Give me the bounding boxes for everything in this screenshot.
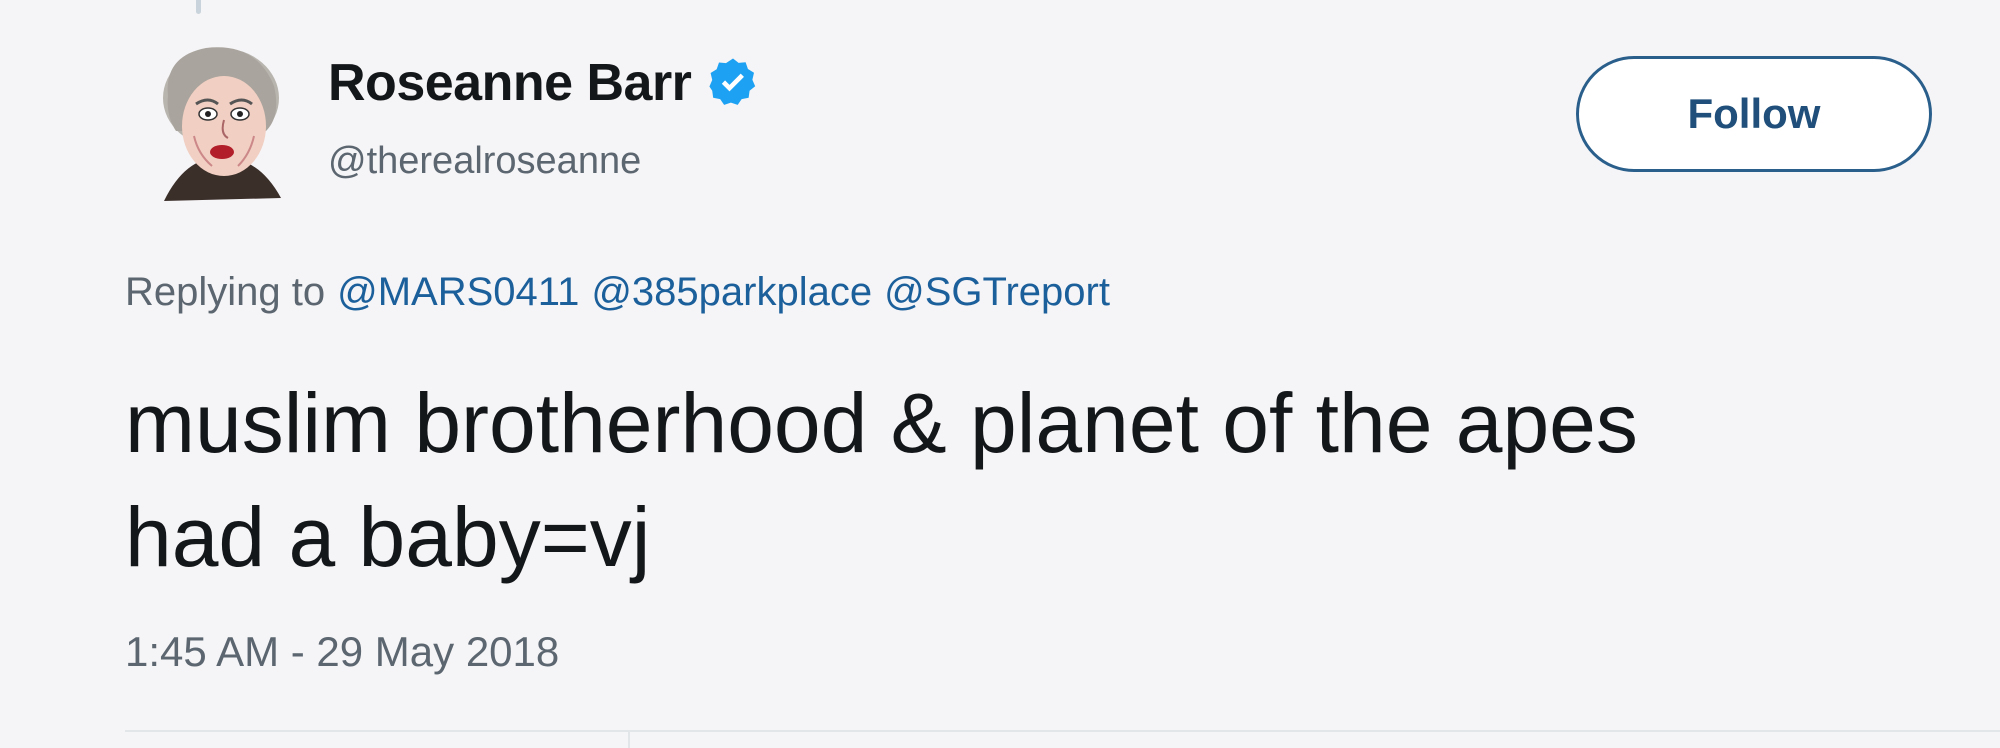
replying-to-label: Replying to <box>125 270 326 314</box>
tweet-text: muslim brotherhood & planet of the apes … <box>125 366 1945 594</box>
verified-badge-icon <box>709 58 756 105</box>
follow-button[interactable]: Follow <box>1576 56 1932 172</box>
thread-connector-line <box>196 0 201 14</box>
mention-link[interactable]: @MARS0411 <box>337 270 579 314</box>
author-handle[interactable]: @therealroseanne <box>328 140 641 183</box>
avatar[interactable] <box>146 36 296 206</box>
divider <box>628 732 630 748</box>
author-display-name[interactable]: Roseanne Barr <box>328 53 692 113</box>
avatar-image <box>163 47 281 201</box>
tweet-text-line: muslim brotherhood & planet of the apes <box>125 376 1638 470</box>
mention-link[interactable]: @SGTreport <box>884 270 1110 314</box>
divider <box>125 730 2000 732</box>
tweet-text-line: had a baby=vj <box>125 490 651 584</box>
replying-to-line: Replying to @MARS0411 @385parkplace @SGTrep… <box>125 270 1110 315</box>
author-name-row: Roseanne Barr <box>328 52 761 114</box>
tweet-timestamp[interactable]: 1:45 AM - 29 May 2018 <box>125 628 559 676</box>
mention-link[interactable]: @385parkplace <box>591 270 872 314</box>
